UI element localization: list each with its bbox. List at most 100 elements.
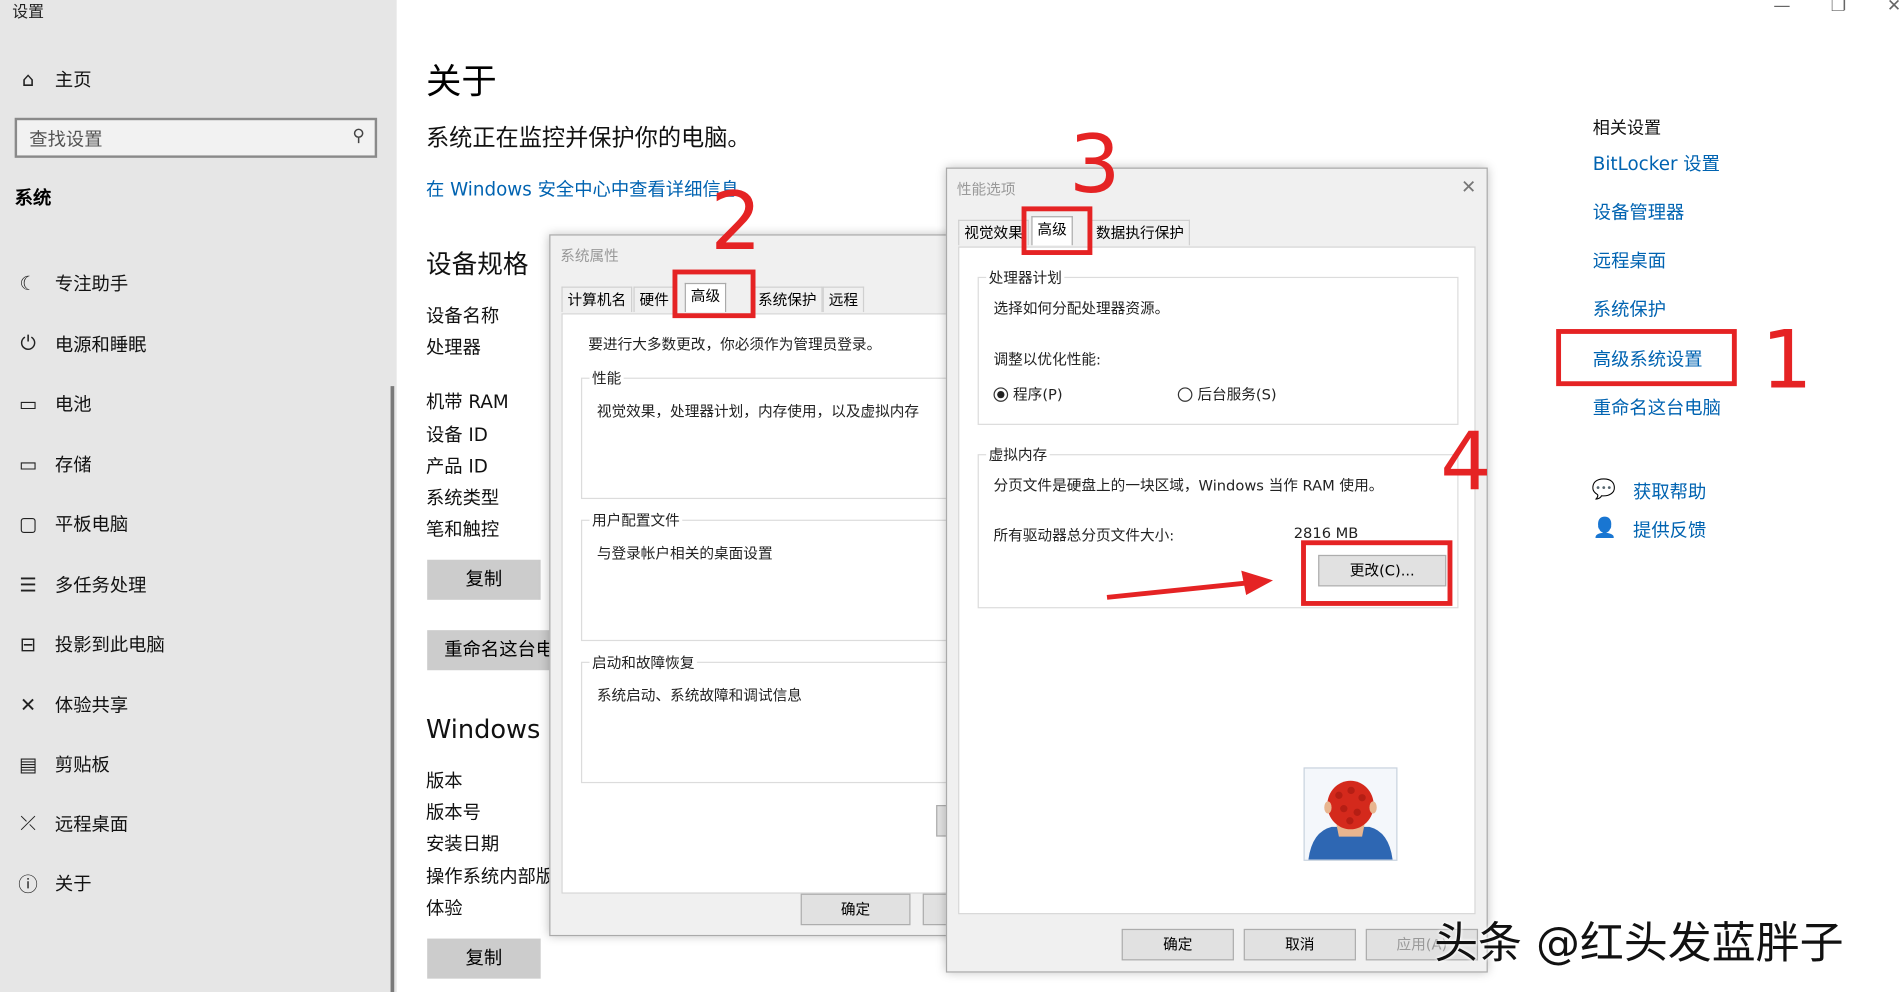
adjust-label: 调整以优化性能:: [993, 350, 1101, 368]
group-label: 性能: [589, 367, 624, 389]
feedback-link[interactable]: 提供反馈: [1633, 517, 1706, 542]
user-profile-group: 用户配置文件 与登录帐户相关的桌面设置: [580, 509, 984, 642]
radio-programs[interactable]: 程序(P): [993, 384, 1063, 405]
sidebar-item-label: 电池: [54, 392, 92, 415]
arrow-icon: [1106, 570, 1273, 600]
project-icon: ⊟: [19, 631, 37, 656]
bitlocker-link[interactable]: BitLocker 设置: [1593, 151, 1720, 176]
highlight-change-button: [1301, 540, 1453, 606]
highlight-advanced-tab-perf: [1021, 206, 1093, 255]
sidebar-item-multitask[interactable]: ☰ 多任务处理: [15, 566, 381, 602]
spec-device-id: 设备 ID: [425, 423, 488, 446]
ok-button[interactable]: 确定: [1121, 928, 1234, 961]
avatar: [1303, 767, 1398, 861]
radio-on-icon: [993, 387, 1009, 402]
radio-background[interactable]: 后台服务(S): [1177, 384, 1277, 405]
minimize-icon[interactable]: —: [1773, 0, 1790, 16]
sidebar-item-clipboard[interactable]: ▤ 剪贴板: [15, 746, 381, 782]
tab-system-protection[interactable]: 系统保护: [751, 286, 823, 313]
spec-device-name: 设备名称: [425, 304, 500, 327]
sidebar-item-label: 剪贴板: [54, 753, 110, 776]
sidebar-item-project[interactable]: ⊟ 投影到此电脑: [15, 625, 381, 661]
watermark: 头条 @红头发蓝胖子: [1434, 919, 1844, 969]
group-label: 虚拟内存: [986, 444, 1050, 466]
spec-product-id: 产品 ID: [425, 455, 488, 478]
sidebar-item-focus-assist[interactable]: ☾ 专注助手: [15, 265, 381, 301]
highlight-advanced-settings: [1556, 329, 1737, 387]
spec-ram: 机带 RAM: [425, 390, 509, 413]
close-icon[interactable]: ✕: [1887, 0, 1901, 16]
system-protection-link[interactable]: 系统保护: [1593, 296, 1666, 321]
sidebar-item-label: 存储: [54, 453, 92, 476]
radio-label: 程序(P): [1013, 386, 1063, 404]
sidebar-item-about[interactable]: ⓘ 关于: [15, 865, 381, 901]
restore-icon[interactable]: ❐: [1831, 0, 1846, 16]
win-edition: 版本: [425, 769, 463, 792]
tab-visual-effects[interactable]: 视觉效果: [958, 219, 1029, 246]
rename-pc-link[interactable]: 重命名这台电脑: [1593, 395, 1721, 420]
nav-home-label: 主页: [54, 68, 92, 91]
nav-home[interactable]: ⌂ 主页: [15, 61, 381, 97]
search-placeholder: 查找设置: [29, 128, 103, 151]
admin-note: 要进行大多数更改，你必须作为管理员登录。: [588, 336, 882, 354]
page-title: 关于: [425, 60, 497, 102]
sidebar-item-remote[interactable]: ⤫ 远程桌面: [15, 805, 381, 841]
security-center-link[interactable]: 在 Windows 安全中心中查看详细信息: [426, 176, 739, 201]
group-desc: 选择如何分配处理器资源。: [993, 299, 1170, 317]
win-version: 版本号: [425, 801, 481, 824]
group-desc: 视觉效果，处理器计划，内存使用，以及虚拟内存: [596, 403, 920, 421]
system-properties-dialog: 系统属性 计算机名 硬件 高级 系统保护 远程 要进行大多数更改，你必须作为管理…: [549, 234, 985, 937]
device-manager-link[interactable]: 设备管理器: [1593, 199, 1685, 224]
sidebar-item-share[interactable]: ✕ 体验共享: [15, 686, 381, 722]
sidebar-item-label: 多任务处理: [54, 573, 147, 596]
page-subtitle: 系统正在监控并保护你的电脑。: [425, 125, 751, 152]
redhead-avatar-icon: [1308, 780, 1393, 860]
power-icon: ⏻: [20, 331, 36, 355]
sidebar-item-label: 远程桌面: [54, 812, 129, 835]
group-label: 启动和故障恢复: [589, 652, 697, 673]
close-icon[interactable]: ✕: [1461, 176, 1476, 198]
window-title: 设置: [12, 3, 44, 22]
tab-hardware[interactable]: 硬件: [633, 286, 675, 313]
sidebar-item-label: 关于: [54, 872, 92, 895]
ok-button[interactable]: 确定: [800, 893, 911, 926]
search-icon[interactable]: ⚲: [352, 126, 365, 145]
copy-button[interactable]: 复制: [427, 559, 541, 600]
remote-desktop-link[interactable]: 远程桌面: [1593, 248, 1666, 273]
tab-dep[interactable]: 数据执行保护: [1089, 219, 1191, 246]
dialog-title: 系统属性: [560, 247, 619, 265]
startup-recovery-group: 启动和故障恢复 系统启动、系统故障和调试信息: [580, 652, 984, 784]
tab-remote[interactable]: 远程: [822, 286, 865, 313]
performance-group: 性能 视觉效果，处理器计划，内存使用，以及虚拟内存: [580, 367, 984, 500]
multitask-icon: ☰: [19, 572, 37, 596]
clipboard-icon: ▤: [18, 752, 38, 776]
total-pagefile-value: 2816 MB: [1293, 524, 1359, 542]
rename-pc-button[interactable]: 重命名这台电: [427, 630, 554, 671]
cancel-button[interactable]: 取消: [1243, 928, 1356, 961]
annotation-number-2: 2: [710, 174, 762, 269]
processor-scheduling-group: 处理器计划 选择如何分配处理器资源。 调整以优化性能: 程序(P) 后台服务(S…: [977, 267, 1459, 425]
tab-computer-name[interactable]: 计算机名: [561, 286, 633, 313]
home-icon: ⌂: [21, 67, 35, 91]
sidebar-item-tablet[interactable]: ▢ 平板电脑: [15, 505, 381, 541]
search-input[interactable]: 查找设置 ⚲: [14, 117, 378, 158]
scrollbar[interactable]: [390, 386, 395, 992]
sidebar-item-storage[interactable]: ▭ 存储: [15, 446, 381, 482]
sidebar-item-label: 平板电脑: [54, 512, 129, 535]
spec-pen-touch: 笔和触控: [425, 518, 500, 541]
radio-off-icon: [1177, 387, 1193, 402]
total-pagefile-label: 所有驱动器总分页文件大小:: [993, 526, 1175, 544]
win-experience: 体验: [425, 897, 463, 920]
sidebar-item-label: 投影到此电脑: [54, 633, 165, 656]
sidebar-item-power[interactable]: ⏻ 电源和睡眠: [15, 325, 381, 361]
tablet-icon: ▢: [18, 511, 38, 535]
get-help-link[interactable]: 获取帮助: [1633, 478, 1706, 503]
group-label: 处理器计划: [986, 267, 1065, 288]
sidebar-item-label: 电源和睡眠: [54, 333, 147, 356]
storage-icon: ▭: [18, 452, 38, 476]
copy-button-2[interactable]: 复制: [427, 938, 541, 979]
annotation-number-4: 4: [1440, 415, 1492, 509]
sidebar-item-battery[interactable]: ▭ 电池: [15, 385, 381, 421]
section-label: 系统: [14, 186, 52, 209]
sidebar-item-label: 体验共享: [54, 693, 129, 716]
